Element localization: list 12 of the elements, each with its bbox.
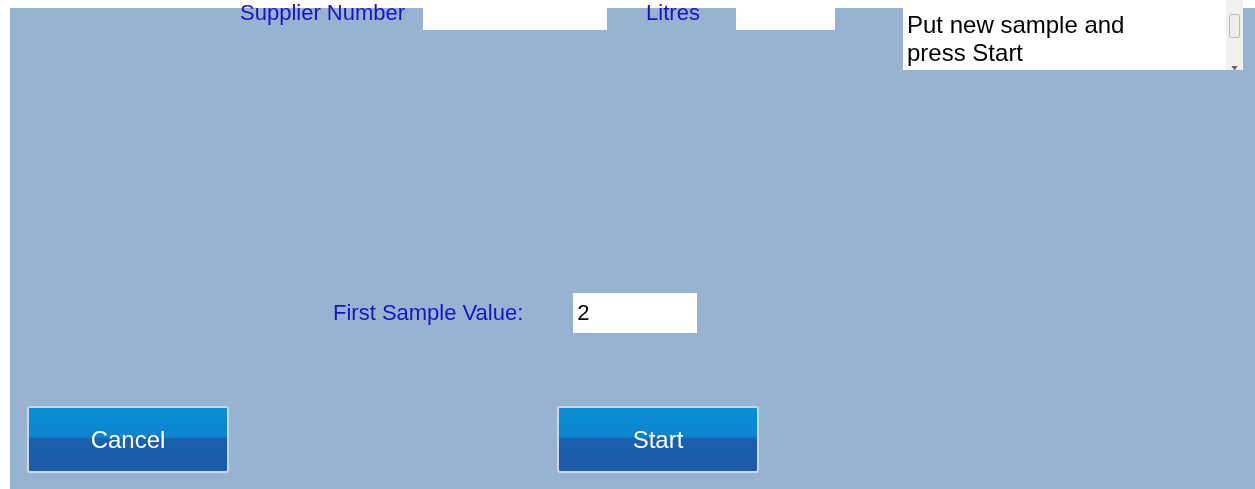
field-label: Litres: [646, 0, 700, 26]
action-button[interactable]: Start: [557, 406, 759, 473]
scrollbar[interactable]: [1226, 0, 1243, 70]
field-label: First Sample Value:: [333, 300, 524, 326]
scroll-thumb[interactable]: [1229, 14, 1240, 38]
message-text: Put new sample and press Start: [906, 10, 1126, 68]
scroll-down-icon[interactable]: [1231, 65, 1238, 70]
action-button[interactable]: Cancel: [27, 406, 229, 473]
input-field[interactable]: [423, 8, 608, 30]
input-field[interactable]: 2: [573, 293, 698, 333]
input-field[interactable]: [735, 8, 835, 30]
field-label: Supplier Number: [240, 0, 406, 26]
